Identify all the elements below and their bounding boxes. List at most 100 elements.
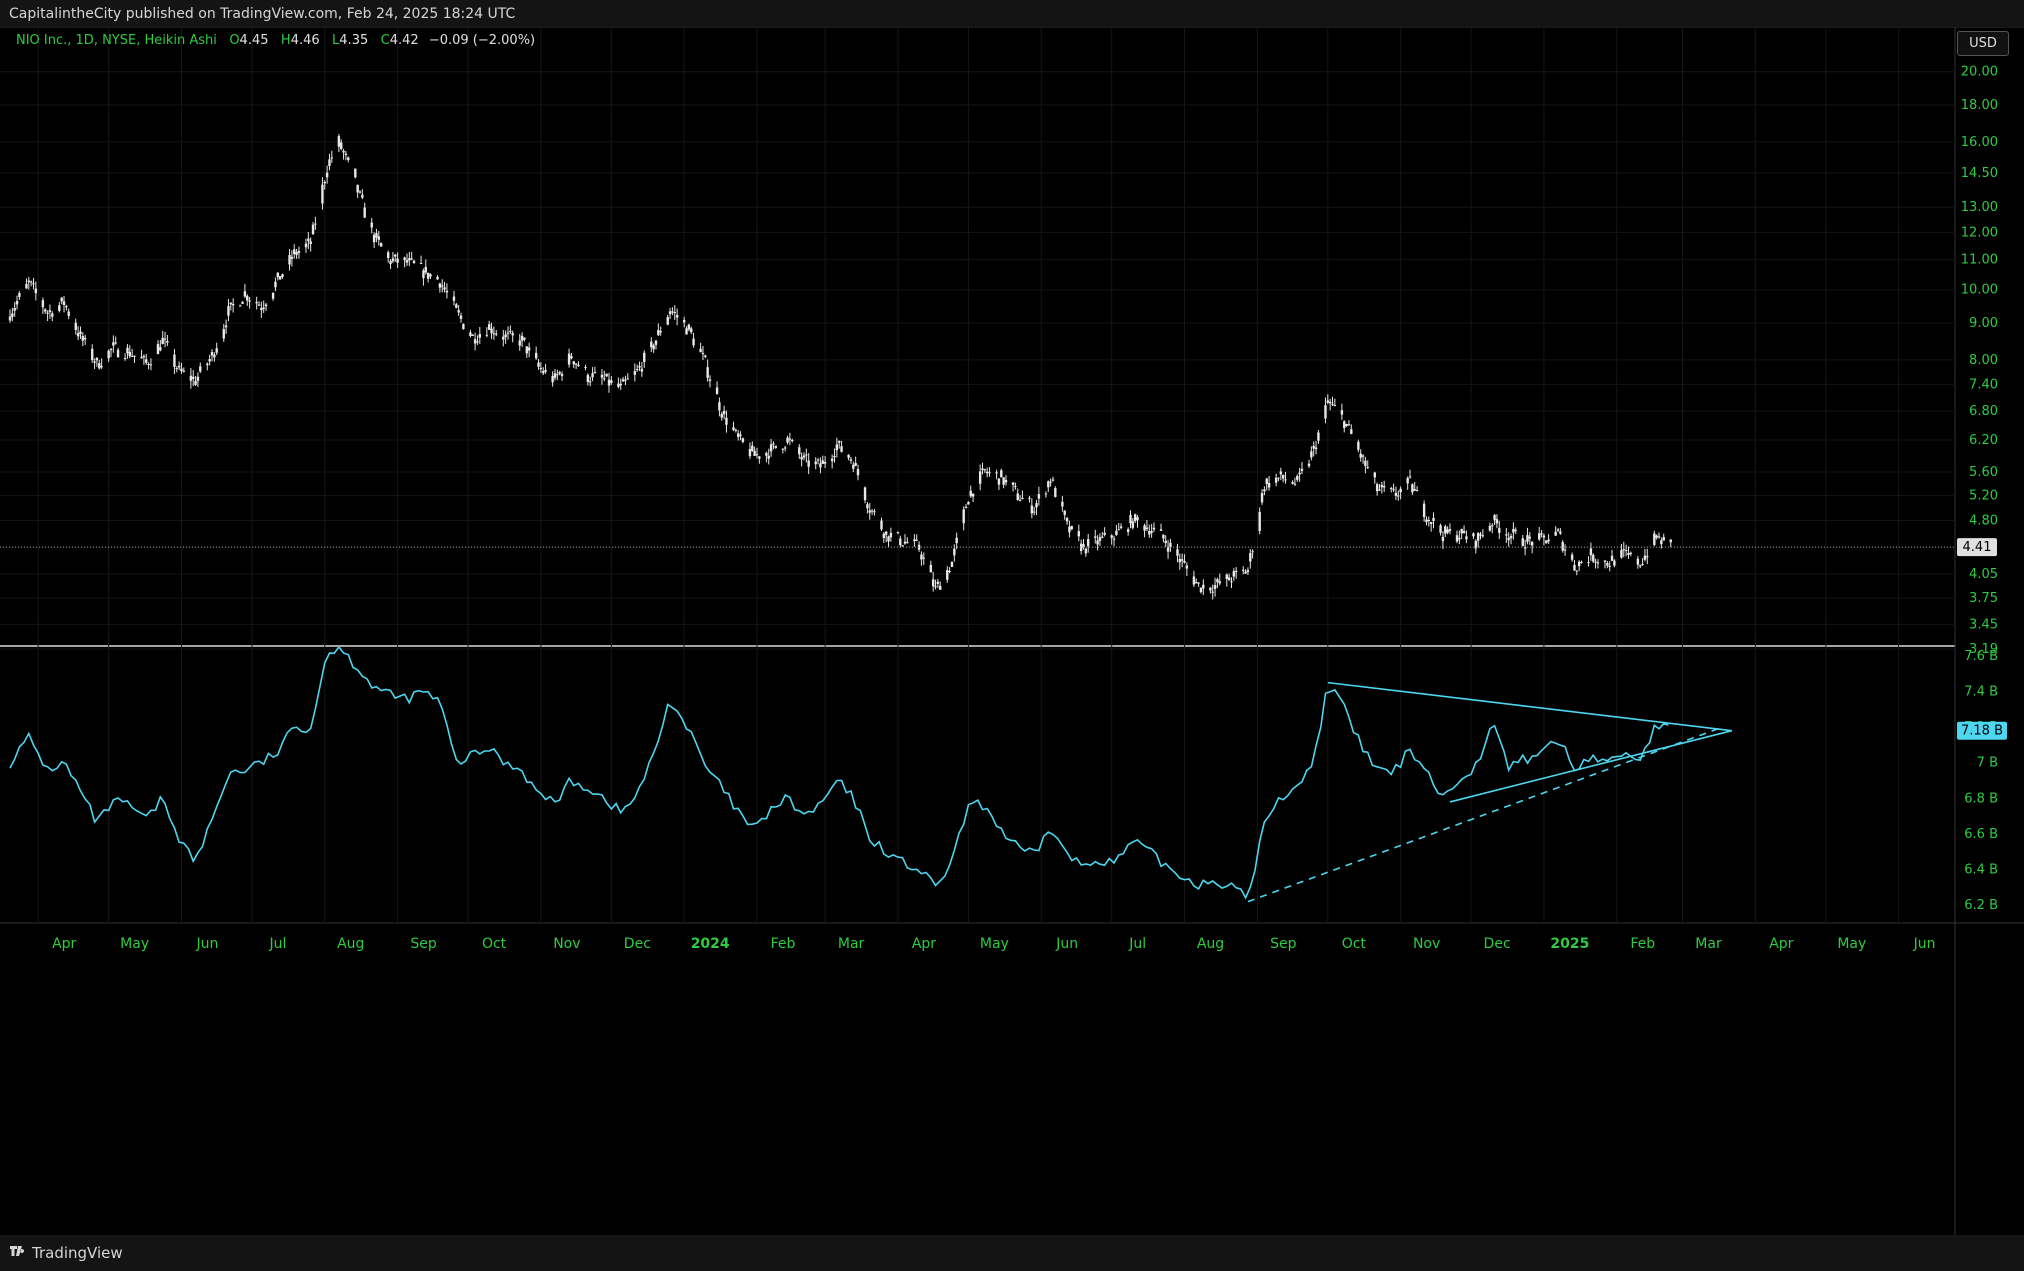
candle-body: [48, 310, 52, 312]
candle-body: [1150, 531, 1153, 533]
candle-body: [443, 287, 446, 290]
candle-body: [856, 469, 860, 476]
candle-body: [386, 252, 390, 258]
candle-body: [567, 353, 571, 365]
candle-body: [149, 364, 153, 366]
candle-body: [354, 168, 357, 178]
candle-body: [833, 455, 836, 458]
candle-body: [870, 510, 874, 512]
indicator-tick-label: 7.4 B: [1964, 685, 1998, 700]
candle-body: [342, 150, 345, 153]
candle-body: [1575, 570, 1579, 572]
candle-body: [1521, 538, 1524, 546]
candle-body: [687, 324, 691, 330]
candle-body: [1037, 494, 1041, 499]
candle-body: [1117, 529, 1120, 531]
candle-body: [720, 413, 723, 418]
time-tick-label: 2024: [691, 936, 730, 952]
price-tick-label: 13.00: [1961, 200, 1998, 215]
candle-body: [1422, 503, 1426, 517]
candle-body: [1084, 548, 1088, 554]
time-tick-label: Nov: [1413, 936, 1440, 952]
candle-body: [1260, 493, 1264, 503]
candle-body: [25, 283, 28, 289]
symbol-name: NIO Inc., 1D, NYSE, Heikin Ashi: [16, 33, 217, 48]
candle-body: [1061, 501, 1064, 507]
candle-body: [314, 223, 317, 225]
candle-body: [624, 379, 627, 381]
candle-body: [619, 383, 622, 386]
candle-body: [946, 570, 949, 580]
tradingview-logo-icon: [10, 1246, 25, 1256]
price-tick-label: 5.20: [1969, 488, 1998, 503]
candle-body: [1603, 560, 1607, 562]
candle-body: [1265, 478, 1268, 485]
price-chart[interactable]: 20.00 18.00 16.00 14.50 13.00 12.00 11.00 10.00…: [0, 27, 2024, 1235]
candle-body: [379, 243, 383, 247]
candle-body: [896, 531, 900, 533]
publish-header: CapitalintheCity published on TradingVie…: [0, 0, 2024, 27]
price-tick-label: 3.45: [1969, 617, 1998, 632]
candle-body: [1458, 537, 1461, 540]
candle-body: [638, 365, 641, 368]
candle-body: [988, 472, 991, 474]
candle-body: [880, 520, 883, 530]
candle-body: [194, 380, 197, 385]
candle-body: [511, 333, 514, 336]
candle-body: [424, 266, 427, 273]
candle-body: [1314, 447, 1318, 450]
price-tick-label: 6.80: [1969, 404, 1998, 419]
candle-body: [1077, 531, 1081, 537]
candle-body: [1655, 535, 1658, 538]
candle-body: [774, 445, 777, 448]
candle-body: [1133, 514, 1137, 522]
candle-body: [471, 334, 474, 336]
candle-body: [8, 316, 12, 321]
candle-body: [906, 542, 909, 544]
currency-button[interactable]: USD: [1957, 31, 2009, 56]
candle-body: [422, 270, 425, 279]
candle-body: [1559, 531, 1562, 534]
candle-body: [1209, 587, 1212, 591]
candle-body: [462, 323, 465, 330]
candle-body: [1641, 563, 1644, 565]
candle-body: [485, 334, 489, 336]
candle-body: [1152, 527, 1156, 530]
candle-body: [156, 344, 160, 355]
candle-body: [147, 363, 150, 365]
candle-body: [337, 136, 341, 147]
candle-body: [1002, 477, 1005, 485]
candle-body: [1479, 534, 1482, 536]
candle-body: [321, 184, 324, 204]
candle-body: [922, 557, 925, 559]
close-value: 4.42: [389, 33, 419, 48]
candle-body: [983, 469, 987, 471]
candle-body: [1068, 526, 1071, 533]
candle-body: [1047, 481, 1050, 488]
time-tick-label: Mar: [1695, 936, 1722, 952]
candle-body: [67, 311, 70, 316]
indicator-tick-label: 7 B: [1977, 756, 1998, 771]
time-tick-label: Oct: [1342, 936, 1367, 952]
time-tick-label: Jun: [1055, 936, 1078, 952]
candle-body: [290, 256, 294, 259]
close-label: C: [380, 33, 390, 48]
indicator-tick-label: 7.6 B: [1964, 649, 1998, 664]
candle-body: [873, 511, 876, 513]
candle-body: [1274, 477, 1278, 483]
candle-body: [65, 306, 68, 308]
candle-body: [163, 338, 167, 340]
candle-body: [62, 301, 66, 306]
candle-body: [1070, 526, 1073, 530]
candle-body: [682, 319, 686, 323]
price-tick-label: 16.00: [1961, 135, 1998, 150]
candle-body: [964, 506, 968, 509]
candle-body: [107, 350, 110, 359]
candle-body: [633, 371, 637, 375]
candle-body: [699, 348, 702, 353]
candle-body: [408, 258, 411, 261]
candle-body: [372, 234, 376, 243]
candle-body: [81, 336, 85, 341]
time-tick-label: Apr: [1769, 936, 1793, 952]
candle-body: [309, 241, 312, 245]
